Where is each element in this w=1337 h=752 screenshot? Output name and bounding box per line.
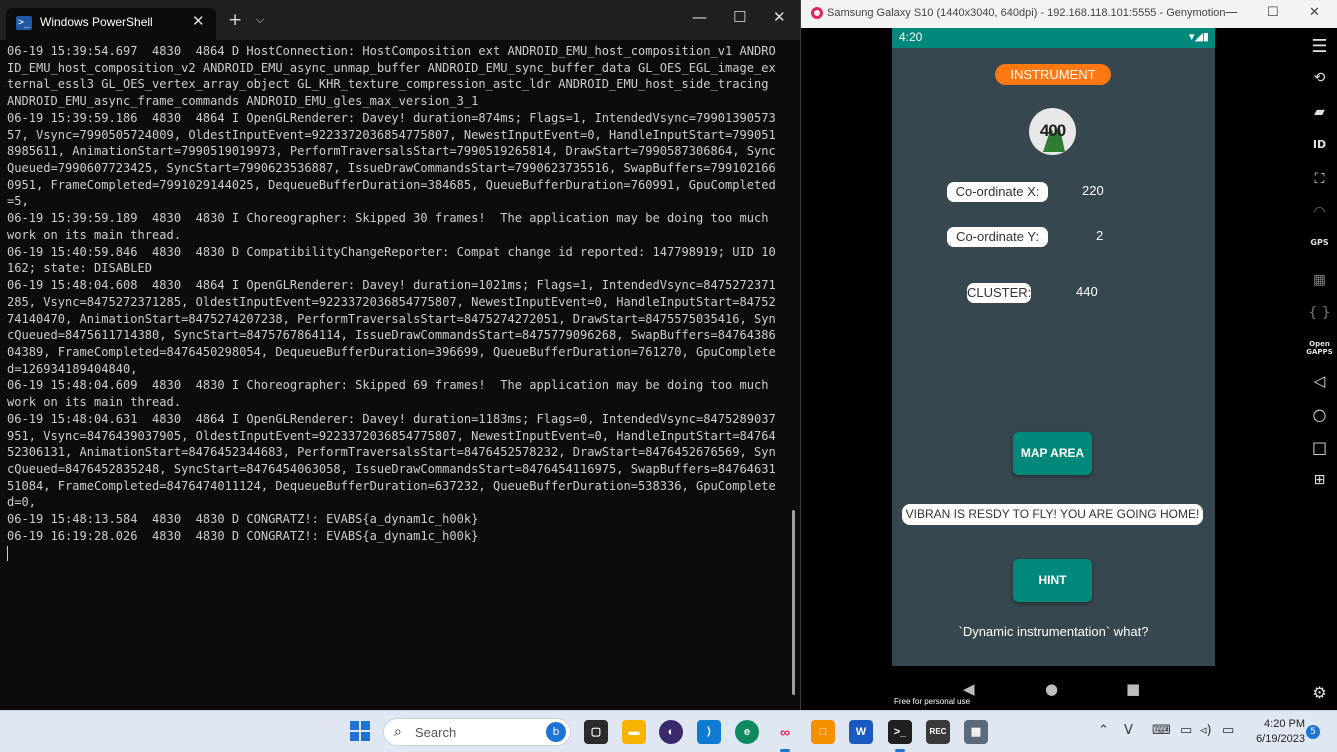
calculator-icon[interactable]: ▦ — [964, 720, 988, 744]
network-icon[interactable]: ▭ — [1180, 723, 1192, 738]
recorder-icon[interactable]: REC — [926, 720, 950, 744]
task-view-icon[interactable]: ▢ — [584, 720, 608, 744]
code-icon[interactable]: { } — [1301, 305, 1337, 321]
opengapps-icon[interactable]: Open GAPPS — [1301, 340, 1337, 356]
edge-dev-icon[interactable]: e — [735, 720, 759, 744]
bing-icon[interactable]: b — [546, 722, 566, 742]
coord-y-label: Co-ordinate Y: — [947, 227, 1048, 247]
android-status-bar: 4:20 ▾◢▮ — [892, 28, 1215, 48]
status-icons: ▾◢▮ — [1188, 30, 1209, 43]
recents-icon[interactable]: □ — [1301, 438, 1337, 457]
minimize-button[interactable]: — — [692, 8, 707, 26]
terminal-cursor — [7, 545, 8, 561]
powershell-icon: >_ — [16, 16, 32, 30]
genymotion-titlebar: Samsung Galaxy S10 (1440x3040, 640dpi) -… — [801, 0, 1337, 28]
search-input[interactable]: Search — [415, 725, 456, 740]
coord-y-value: 2 — [1096, 228, 1104, 243]
vpn-icon[interactable]: V — [1124, 723, 1133, 738]
powershell-window: >_ Windows PowerShell ✕ + ⌵ — ☐ ✕ 06-19 … — [0, 0, 800, 710]
terminal-text: 06-19 15:39:54.697 4830 4864 D HostConne… — [7, 44, 776, 543]
footer-question: `Dynamic instrumentation` what? — [958, 624, 1149, 639]
nav-home-icon[interactable]: ● — [1045, 680, 1058, 698]
genymotion-sidebar: ☰ ⟲ ▰ ID ⛶ ◠ GPS ▦ { } Open GAPPS ◁ ○ □ ⊞… — [1301, 28, 1337, 710]
free-use-label: Free for personal use — [894, 697, 971, 706]
clock-time: 4:20 PM — [1264, 718, 1305, 730]
wifi-icon[interactable]: ◠ — [1301, 204, 1337, 220]
tab-title: Windows PowerShell — [40, 15, 153, 29]
status-message: VIBRAN IS RESDY TO FLY! YOU ARE GOING HO… — [902, 504, 1203, 525]
status-clock: 4:20 — [899, 30, 923, 44]
taskbar: ⌕ Search b ▢ ▬ ◐ ⟩ e ∞ □ W >_ REC ▦ ⌃ V … — [0, 710, 1337, 752]
rotate-icon[interactable]: ⟲ — [1301, 70, 1337, 86]
new-tab-button[interactable]: + — [228, 10, 242, 30]
clapper-icon[interactable]: ▰ — [1301, 104, 1337, 120]
clock-date: 6/19/2023 — [1256, 733, 1305, 745]
tab-close-icon[interactable]: ✕ — [192, 12, 205, 30]
genymotion-window: Samsung Galaxy S10 (1440x3040, 640dpi) -… — [800, 0, 1337, 710]
menu-icon[interactable]: ☰ — [1301, 36, 1337, 57]
home-icon[interactable]: ○ — [1301, 405, 1337, 424]
window-title: Samsung Galaxy S10 (1440x3040, 640dpi) -… — [827, 7, 1226, 19]
map-area-button[interactable]: MAP AREA — [1013, 432, 1092, 475]
tab-powershell[interactable]: >_ Windows PowerShell ✕ — [6, 8, 216, 40]
genymotion-taskbar-icon[interactable]: ∞ — [773, 720, 797, 744]
word-icon[interactable]: W — [849, 720, 873, 744]
clock[interactable]: 4:20 PM 6/19/2023 — [1245, 717, 1305, 747]
id-icon[interactable]: ID — [1301, 138, 1337, 151]
cluster-value: 440 — [1076, 284, 1098, 299]
virtualbox-icon[interactable]: □ — [811, 720, 835, 744]
coord-x-value: 220 — [1082, 183, 1104, 198]
gps-icon[interactable]: GPS — [1301, 238, 1337, 247]
fullscreen-icon[interactable]: ⛶ — [1301, 171, 1337, 187]
file-explorer-icon[interactable]: ▬ — [622, 720, 646, 744]
terminal-taskbar-icon[interactable]: >_ — [888, 720, 912, 744]
app-logo: 400 — [1029, 108, 1076, 155]
close-button[interactable]: ✕ — [773, 8, 786, 26]
instrument-badge: INSTRUMENT — [995, 64, 1111, 85]
terminal-output[interactable]: 06-19 15:39:54.697 4830 4864 D HostConne… — [7, 43, 782, 703]
maximize-button[interactable]: ☐ — [733, 8, 746, 26]
maximize-button[interactable]: ☐ — [1267, 5, 1279, 20]
nav-recents-icon[interactable]: ■ — [1126, 680, 1140, 698]
back-icon[interactable]: ◁ — [1301, 372, 1337, 390]
settings-icon[interactable]: ⚙ — [1301, 683, 1337, 702]
search-box[interactable]: ⌕ Search b — [383, 718, 571, 746]
app-logo-text: 400 — [1039, 121, 1066, 140]
close-button[interactable]: ✕ — [1309, 5, 1320, 20]
search-icon: ⌕ — [394, 724, 402, 740]
eclipse-icon[interactable]: ◐ — [659, 720, 683, 744]
powershell-titlebar: >_ Windows PowerShell ✕ + ⌵ — ☐ ✕ — [0, 0, 800, 40]
cluster-label: CLUSTER: — [967, 283, 1031, 303]
genymotion-logo-icon — [811, 7, 823, 19]
scrollbar[interactable] — [792, 510, 795, 695]
keyboard-icon[interactable]: ⌨ — [1152, 723, 1171, 738]
notification-badge[interactable]: 5 — [1306, 725, 1320, 739]
hint-button[interactable]: HINT — [1013, 559, 1092, 602]
vscode-icon[interactable]: ⟩ — [697, 720, 721, 744]
windows-start-icon[interactable] — [350, 721, 370, 741]
add-icon[interactable]: ⊞ — [1301, 472, 1337, 488]
minimize-button[interactable]: — — [1225, 5, 1238, 20]
nav-back-icon[interactable]: ◀ — [963, 680, 975, 698]
phone-screen[interactable]: 4:20 ▾◢▮ INSTRUMENT 400 Co-ordinate X: 2… — [892, 28, 1215, 666]
chevron-down-icon[interactable]: ⌵ — [256, 13, 264, 27]
media-icon[interactable]: ▦ — [1301, 272, 1337, 288]
coord-x-label: Co-ordinate X: — [947, 182, 1048, 202]
battery-icon[interactable]: ▭ — [1222, 723, 1234, 738]
volume-icon[interactable]: ◃) — [1200, 723, 1212, 738]
chevron-up-icon[interactable]: ⌃ — [1098, 723, 1109, 738]
